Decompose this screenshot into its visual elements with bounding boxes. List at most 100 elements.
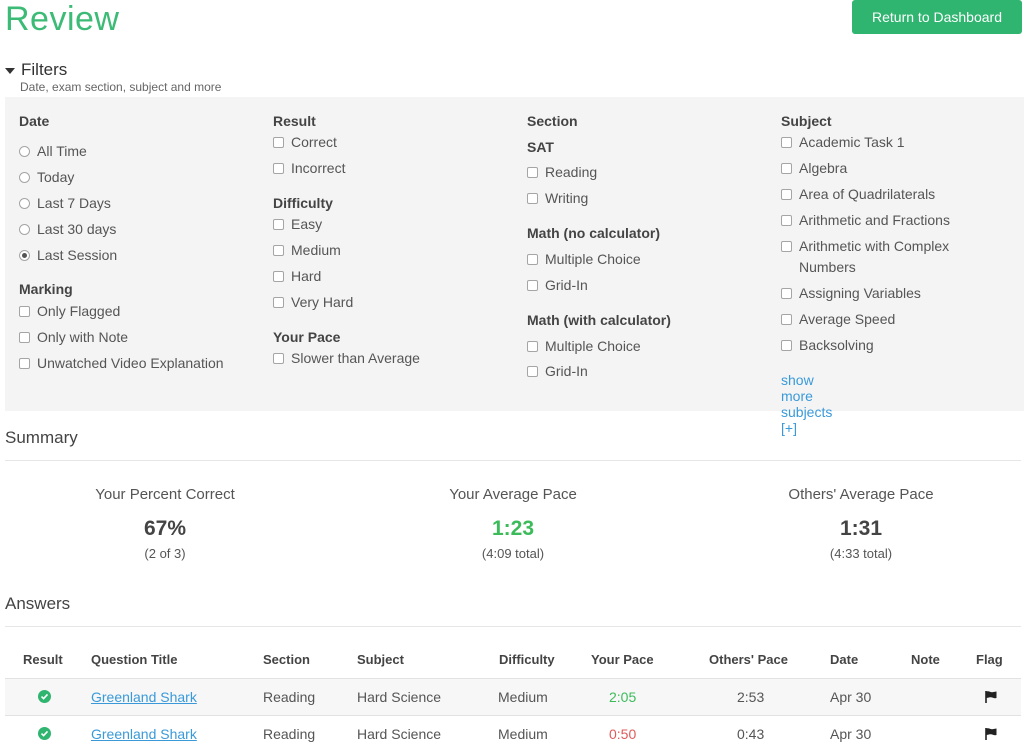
column-header-subject[interactable]: Subject [357,652,404,667]
subject-cell: Hard Science [357,689,442,705]
difficulty-easy[interactable]: Easy [273,216,322,232]
subject-option[interactable]: Academic Task 1 [781,134,905,150]
subject-option[interactable]: Average Speed [781,311,895,327]
column-header-others-pace[interactable]: Others' Pace [709,652,788,667]
checkbox-icon[interactable] [781,215,792,226]
caret-down-icon [5,68,15,74]
subject-option[interactable]: Arithmetic with Complex Numbers [781,238,979,278]
flag-icon[interactable] [984,727,998,741]
difficulty-heading: Difficulty [273,195,333,211]
result-incorrect[interactable]: Incorrect [273,160,345,176]
others-pace-cell: 2:53 [737,689,765,705]
column-header-question-title[interactable]: Question Title [91,652,177,667]
answers-title: Answers [5,594,71,613]
pace-heading: Your Pace [273,329,341,345]
checkbox-icon[interactable] [527,254,538,265]
checkbox-icon[interactable] [781,288,792,299]
result-heading: Result [273,113,316,129]
checkbox-icon[interactable] [781,241,792,252]
check-circle-icon [38,727,51,740]
difficulty-hard[interactable]: Hard [273,268,321,284]
date-option-last-7-days[interactable]: Last 7 Days [19,195,111,211]
column-header-flag[interactable]: Flag [976,652,1003,667]
column-header-result[interactable]: Result [23,652,63,667]
stat-label: Your Percent Correct [95,486,235,503]
checkbox-icon[interactable] [273,271,284,282]
checkbox-icon[interactable] [273,219,284,230]
section-math-no-calc-grid-in[interactable]: Grid-In [527,277,588,293]
checkbox-icon[interactable] [19,306,30,317]
radio-icon[interactable] [19,172,30,183]
checkbox-icon[interactable] [527,280,538,291]
subject-option[interactable]: Assigning Variables [781,285,921,301]
column-header-section[interactable]: Section [263,652,310,667]
summary-divider [5,460,1021,461]
flag-icon[interactable] [984,690,998,704]
section-sat-reading[interactable]: Reading [527,164,597,180]
column-header-difficulty[interactable]: Difficulty [499,652,555,667]
subject-option[interactable]: Area of Quadrilaterals [781,186,935,202]
stat-value: 1:31 [839,517,883,540]
date-option-last-30-days[interactable]: Last 30 days [19,221,116,237]
date-heading: Date [19,113,50,129]
section-group-math-calc: Math (with calculator) [527,312,671,328]
subject-option[interactable]: Algebra [781,160,847,176]
section-cell: Reading [263,689,316,705]
question-title-link[interactable]: Greenland Shark [91,726,197,742]
checkbox-icon[interactable] [273,137,284,148]
pace-slower-than-average[interactable]: Slower than Average [273,350,420,366]
checkbox-icon[interactable] [527,193,538,204]
column-header-your-pace[interactable]: Your Pace [591,652,654,667]
checkbox-icon[interactable] [527,341,538,352]
checkbox-icon[interactable] [527,366,538,377]
checkbox-icon[interactable] [273,163,284,174]
checkbox-icon[interactable] [781,137,792,148]
show-more-subjects-link[interactable]: show more subjects [+] [781,372,832,436]
date-option-last-session[interactable]: Last Session [19,247,117,263]
return-to-dashboard-button[interactable]: Return to Dashboard [852,0,1022,34]
radio-icon[interactable] [19,198,30,209]
section-sat-writing[interactable]: Writing [527,190,588,206]
checkbox-icon[interactable] [19,332,30,343]
date-option-all-time[interactable]: All Time [19,143,87,159]
checkbox-icon[interactable] [781,163,792,174]
checkbox-icon[interactable] [273,297,284,308]
checkbox-icon[interactable] [781,314,792,325]
difficulty-cell: Medium [498,726,548,742]
marking-unwatched-video[interactable]: Unwatched Video Explanation [19,355,224,371]
date-cell: Apr 30 [830,689,872,705]
others-pace-stat: Others' Average Pace 1:31 (4:33 total) [731,486,991,561]
marking-only-flagged[interactable]: Only Flagged [19,303,120,319]
difficulty-very-hard[interactable]: Very Hard [273,294,353,310]
checkbox-icon[interactable] [781,189,792,200]
checkbox-icon[interactable] [527,167,538,178]
marking-heading: Marking [19,281,73,297]
checkbox-icon[interactable] [273,353,284,364]
section-math-no-calc-multiple-choice[interactable]: Multiple Choice [527,251,641,267]
stat-sub: (4:33 total) [829,546,893,561]
table-row: Greenland Shark Reading Hard Science Med… [5,678,1021,715]
filters-toggle[interactable]: Filters [5,60,67,80]
answers-divider [5,626,1021,627]
difficulty-medium[interactable]: Medium [273,242,341,258]
radio-icon[interactable] [19,224,30,235]
column-header-note[interactable]: Note [911,652,940,667]
check-circle-icon [38,690,51,703]
checkbox-icon[interactable] [781,340,792,351]
date-option-today[interactable]: Today [19,169,74,185]
checkbox-icon[interactable] [19,358,30,369]
section-math-calc-multiple-choice[interactable]: Multiple Choice [527,338,641,354]
result-correct[interactable]: Correct [273,134,337,150]
subject-option[interactable]: Backsolving [781,337,874,353]
filters-title: Filters [21,60,68,79]
marking-only-with-note[interactable]: Only with Note [19,329,128,345]
percent-correct-stat: Your Percent Correct 67% (2 of 3) [35,486,295,561]
date-cell: Apr 30 [830,726,872,742]
radio-selected-icon[interactable] [19,250,30,261]
subject-option[interactable]: Arithmetic and Fractions [781,212,950,228]
column-header-date[interactable]: Date [830,652,858,667]
checkbox-icon[interactable] [273,245,284,256]
radio-icon[interactable] [19,146,30,157]
section-math-calc-grid-in[interactable]: Grid-In [527,363,588,379]
question-title-link[interactable]: Greenland Shark [91,689,197,705]
